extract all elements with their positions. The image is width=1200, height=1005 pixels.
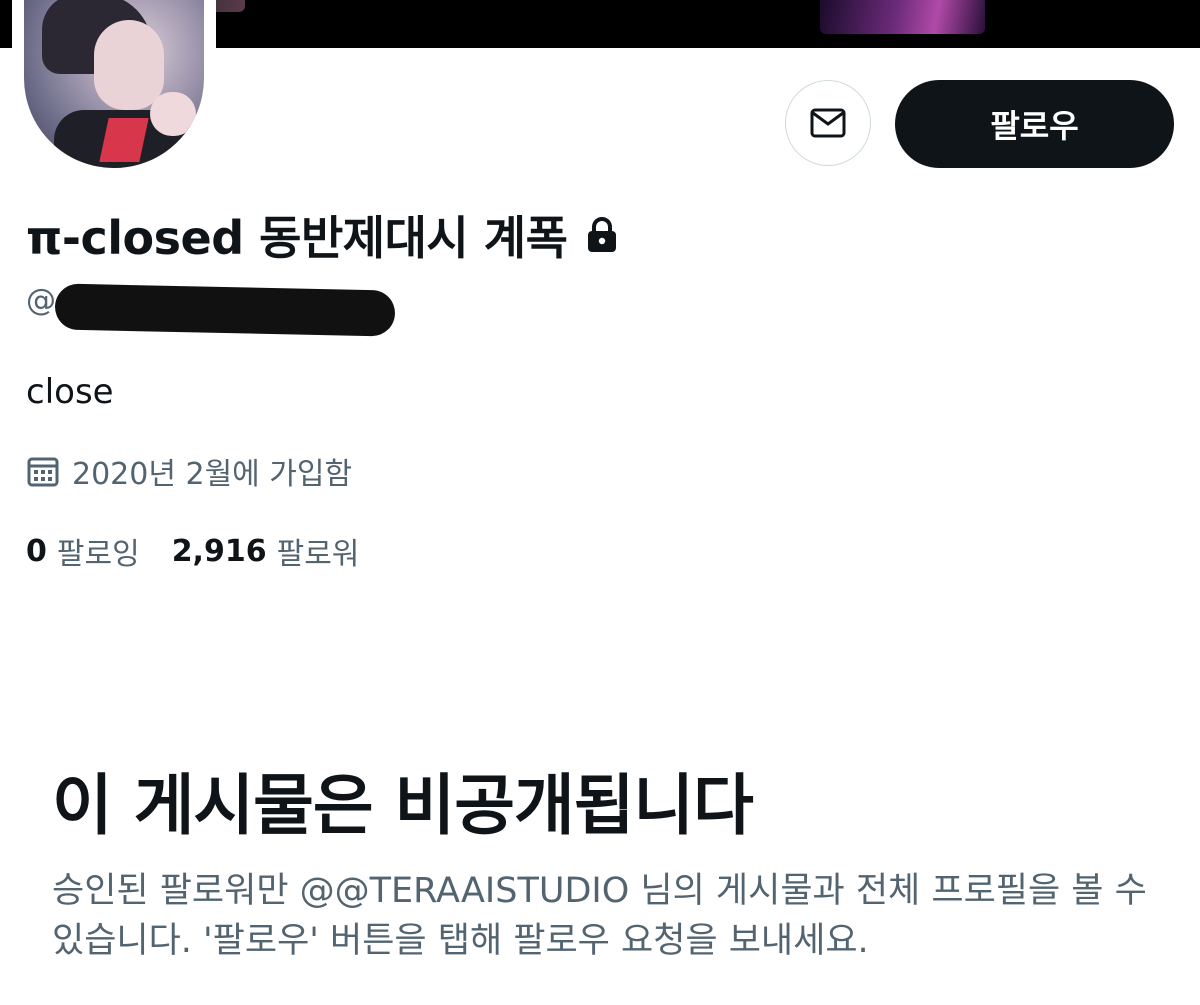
message-button[interactable] <box>785 80 871 166</box>
follow-button[interactable]: 팔로우 <box>895 80 1174 168</box>
follow-stats: 0 팔로잉 2,916 팔로워 <box>26 528 359 574</box>
avatar[interactable] <box>24 0 204 168</box>
avatar-hand <box>150 92 196 136</box>
banner-artwork <box>820 0 985 34</box>
handle: @ <box>26 280 56 320</box>
handle-prefix: @ <box>26 282 56 318</box>
bio: close <box>26 372 114 412</box>
private-account-description: 승인된 팔로워만 @@TERAAISTUDIO 님의 게시물과 전체 프로필을 … <box>52 871 1147 961</box>
following-label[interactable]: 팔로잉 <box>57 529 140 573</box>
display-name-row: π-closed 동반제대시 계폭 <box>26 200 619 270</box>
envelope-icon <box>810 108 846 138</box>
join-date-text: 2020년 2월에 가입함 <box>72 457 353 492</box>
display-name: π-closed 동반제대시 계폭 <box>26 211 568 265</box>
followers-count[interactable]: 2,916 <box>172 534 267 569</box>
private-account-title: 이 게시물은 비공개됩니다 <box>52 767 754 844</box>
handle-redaction <box>54 283 396 337</box>
followers-label[interactable]: 팔로워 <box>277 529 360 573</box>
calendar-icon <box>27 457 59 487</box>
join-date: 2020년 2월에 가입함 <box>26 448 352 494</box>
lock-icon <box>588 217 617 252</box>
avatar-face <box>94 20 164 110</box>
following-count[interactable]: 0 <box>26 534 47 569</box>
follow-button-label: 팔로우 <box>990 107 1079 145</box>
